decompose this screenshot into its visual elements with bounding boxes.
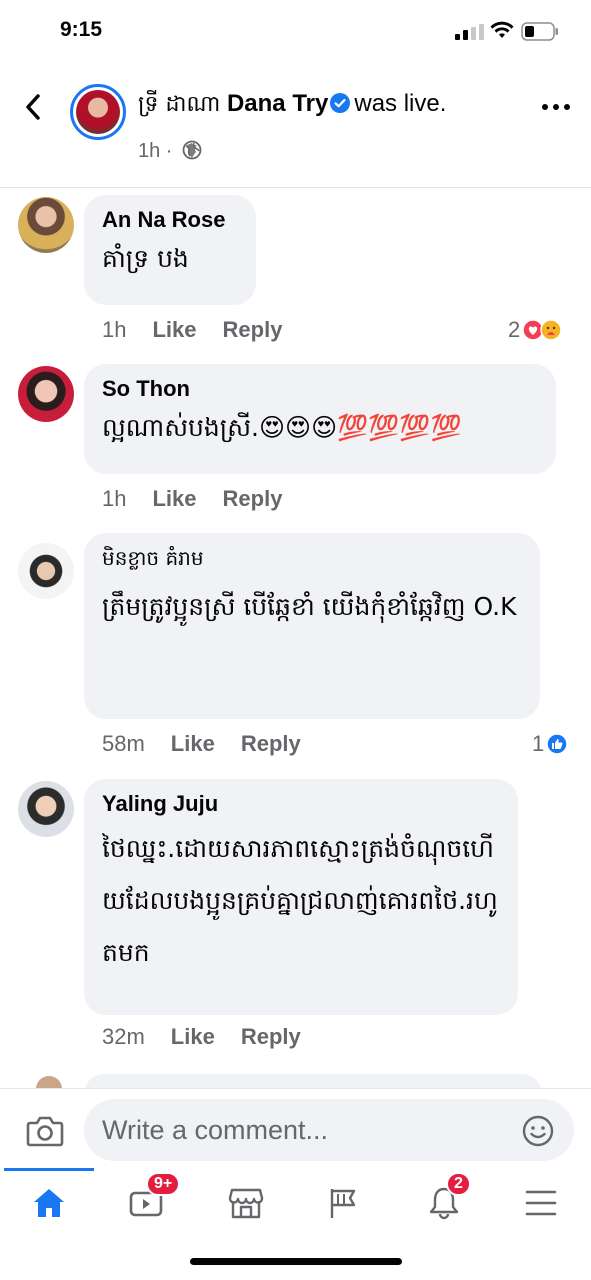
tab-menu[interactable]: [511, 1178, 571, 1228]
comment-bubble[interactable]: មិនខ្លាច គំរាម ត្រឹមត្រូវប្អូនស្រី បើឆ្ក…: [84, 533, 540, 719]
like-button[interactable]: Like: [152, 486, 196, 511]
comment-composer: Write a comment...: [0, 1088, 591, 1168]
reaction-count: 2: [508, 317, 521, 342]
commenter-avatar[interactable]: [18, 366, 74, 422]
more-icon[interactable]: [540, 102, 572, 112]
commenter-name[interactable]: An Na Rose: [102, 207, 238, 233]
reaction-summary[interactable]: 2: [508, 317, 562, 343]
author-khmer-name[interactable]: ទ្រី ដាណា: [138, 92, 220, 117]
comment-time: 1h: [102, 486, 127, 511]
reply-button[interactable]: Reply: [223, 486, 283, 511]
tab-notifications[interactable]: 2: [414, 1172, 474, 1228]
tab-watch[interactable]: 9+: [116, 1172, 181, 1228]
comment: So Thon ល្អណាស់បងស្រី.😍😍😍💯💯💯💯 1h Like Repl…: [0, 364, 591, 524]
comment-bubble[interactable]: An Na Rose គាំទ្រ បង: [84, 195, 256, 305]
comment-text: ថៃឈ្នះ.ដោយសារភាពស្មោះត្រង់ចំណុចហើយដែលបងប…: [102, 834, 498, 967]
home-icon: [34, 1189, 64, 1217]
bottom-tab-bar: 9+ 2: [0, 1168, 591, 1238]
notifications-badge: 2: [446, 1172, 471, 1196]
reaction-count: 1: [532, 731, 545, 756]
battery-icon: [521, 22, 558, 41]
flag-icon: [330, 1189, 356, 1218]
home-indicator: [190, 1258, 402, 1265]
watch-badge: 9+: [146, 1172, 181, 1196]
commenter-name[interactable]: មិនខ្លាច គំរាម: [102, 545, 522, 575]
back-arrow-icon[interactable]: [22, 92, 44, 122]
active-tab-indicator: [4, 1168, 94, 1171]
comment-actions: 1h Like Reply: [102, 317, 308, 343]
camera-icon[interactable]: [26, 1115, 64, 1147]
marketplace-icon: [228, 1188, 264, 1219]
comment-time: 58m: [102, 731, 145, 756]
comment-bubble[interactable]: [84, 1074, 542, 1088]
commenter-avatar[interactable]: [18, 781, 74, 837]
comment-time: 32m: [102, 1024, 145, 1049]
comment-text: ត្រឹមត្រូវប្អូនស្រី បើឆ្កែខាំ យើងកុំខាំឆ…: [102, 592, 517, 621]
comment-time: 1h: [102, 317, 127, 342]
reply-button[interactable]: Reply: [241, 731, 301, 756]
comment-actions: 32m Like Reply: [102, 1024, 327, 1050]
verified-icon: [330, 93, 351, 113]
post-action-text: was live.: [354, 90, 447, 117]
comment: Yaling Juju ថៃឈ្នះ.ដោយសារភាពស្មោះត្រង់ចំ…: [0, 779, 591, 1059]
comment-actions: 1h Like Reply: [102, 486, 308, 512]
post-title: ទ្រី ដាណា Dana Try was live.: [138, 90, 446, 122]
tab-pages[interactable]: [314, 1178, 374, 1228]
like-button[interactable]: Like: [152, 317, 196, 342]
tab-home[interactable]: [19, 1178, 79, 1228]
comment-input[interactable]: Write a comment...: [84, 1099, 574, 1161]
commenter-name[interactable]: Yaling Juju: [102, 791, 500, 817]
emoji-icon[interactable]: [522, 1115, 554, 1147]
post-header: ទ្រី ដាណា Dana Try was live. 1h ·: [0, 70, 591, 188]
reaction-summary[interactable]: 1: [532, 731, 568, 757]
commenter-avatar[interactable]: [36, 1076, 62, 1088]
author-avatar[interactable]: [70, 84, 126, 140]
reply-button[interactable]: Reply: [241, 1024, 301, 1049]
comment-text: គាំទ្រ បង: [102, 244, 189, 273]
comment: An Na Rose គាំទ្រ បង 1h Like Reply 2: [0, 195, 591, 355]
reply-button[interactable]: Reply: [223, 317, 283, 342]
like-reaction-icon: [546, 733, 568, 755]
commenter-avatar[interactable]: [18, 543, 74, 599]
comment-bubble[interactable]: So Thon ល្អណាស់បងស្រី.😍😍😍💯💯💯💯: [84, 364, 556, 474]
wifi-icon: [490, 21, 514, 38]
comment-actions: 58m Like Reply: [102, 731, 327, 757]
like-button[interactable]: Like: [171, 731, 215, 756]
post-time: 1h ·: [138, 140, 173, 162]
comment: មិនខ្លាច គំរាម ត្រឹមត្រូវប្អូនស្រី បើឆ្ក…: [0, 533, 591, 773]
commenter-avatar[interactable]: [18, 197, 74, 253]
status-bar: 9:15: [0, 0, 591, 62]
signal-icon: [455, 24, 484, 40]
comment-partial: [0, 1072, 591, 1088]
menu-icon: [525, 1190, 557, 1216]
tab-marketplace[interactable]: [216, 1178, 276, 1228]
globe-icon: [182, 140, 202, 160]
commenter-name[interactable]: So Thon: [102, 376, 538, 402]
comment-text: ល្អណាស់បងស្រី.😍😍😍💯💯💯💯: [102, 413, 462, 442]
care-reaction-icon: [540, 319, 562, 341]
comment-bubble[interactable]: Yaling Juju ថៃឈ្នះ.ដោយសារភាពស្មោះត្រង់ចំ…: [84, 779, 518, 1015]
post-meta: 1h ·: [138, 140, 202, 163]
status-time: 9:15: [60, 18, 103, 41]
like-button[interactable]: Like: [171, 1024, 215, 1049]
author-name[interactable]: Dana Try: [227, 90, 328, 117]
